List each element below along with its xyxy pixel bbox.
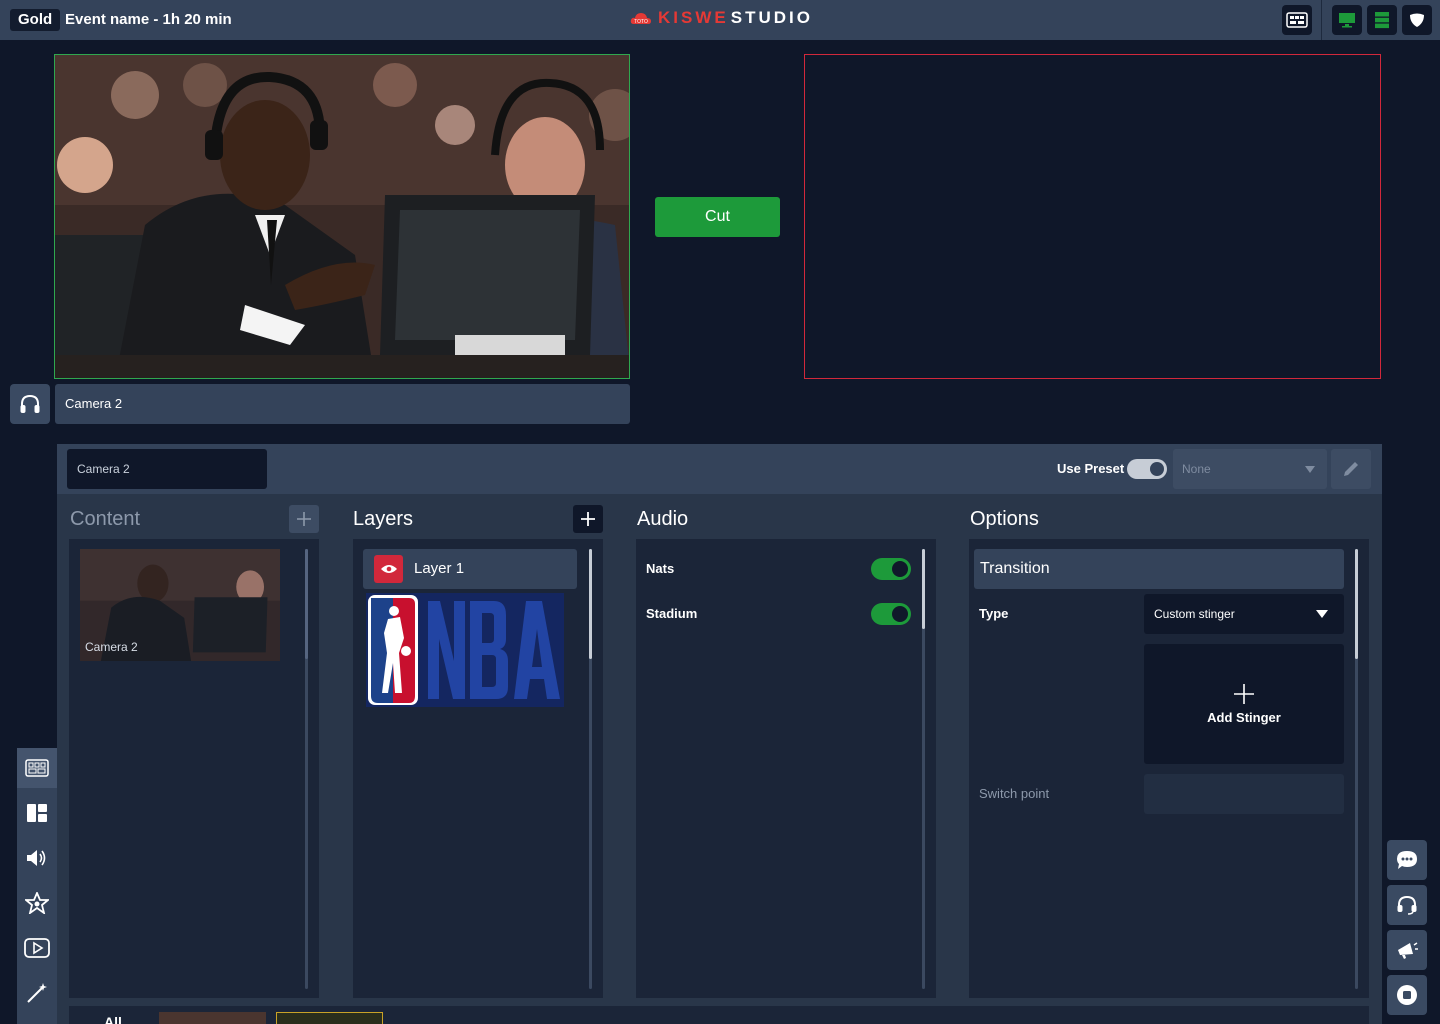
video-play-icon: [24, 938, 50, 958]
eye-icon: [380, 565, 397, 573]
audio-channel-toggle[interactable]: [871, 558, 911, 580]
add-stinger-button[interactable]: Add Stinger: [1144, 644, 1344, 764]
content-scroll-thumb[interactable]: [305, 549, 308, 659]
headphones-icon: [20, 394, 40, 413]
chat-button[interactable]: [1387, 840, 1427, 880]
layer-visibility-button[interactable]: [374, 555, 403, 583]
server-icon: [1375, 12, 1389, 29]
use-preset-label: Use Preset: [1057, 461, 1125, 476]
edit-preset-button[interactable]: [1331, 449, 1371, 489]
app-logo: TOTO KISWE STUDIO: [630, 8, 813, 28]
dock-effects-button[interactable]: [17, 973, 57, 1013]
audio-channel-toggle[interactable]: [871, 603, 911, 625]
plus-icon: [1234, 683, 1254, 704]
layers-title: Layers: [353, 508, 414, 530]
layer-preview[interactable]: [366, 593, 564, 707]
layers-scroll-thumb[interactable]: [589, 549, 592, 659]
preview-source-label: Camera 2: [55, 384, 630, 424]
event-title: Event name - 1h 20 min: [65, 11, 232, 28]
dock-multiview-button[interactable]: [17, 748, 57, 788]
chevron-down-icon: [1316, 610, 1328, 618]
transition-type-select[interactable]: Custom stinger: [1144, 594, 1344, 634]
switch-point-field[interactable]: [1144, 774, 1344, 814]
program-monitor[interactable]: [804, 54, 1381, 379]
layout-icon: [27, 804, 47, 822]
monitor-icon: [1339, 13, 1355, 28]
multiview-icon: [25, 759, 49, 777]
dock-playback-button[interactable]: [17, 928, 57, 968]
preview-monitor[interactable]: [54, 54, 630, 379]
pencil-icon: [1344, 462, 1358, 476]
megaphone-icon: [1398, 942, 1418, 959]
audio-scroll-thumb[interactable]: [922, 549, 925, 629]
nba-logo-image: [366, 593, 564, 707]
transition-type-value: Custom stinger: [1154, 607, 1235, 621]
source-strip-thumbnail[interactable]: [276, 1012, 383, 1024]
content-item-label: Camera 2: [85, 640, 138, 654]
magic-wand-icon: [27, 983, 47, 1003]
add-layer-button[interactable]: [573, 505, 603, 533]
multiview-icon: [1286, 12, 1308, 28]
topbar-divider: [1321, 0, 1322, 40]
speaker-icon: [27, 850, 46, 866]
source-strip: [69, 1006, 1369, 1024]
switch-point-label: Switch point: [979, 786, 1050, 801]
audio-channel-label: Stadium: [646, 606, 698, 621]
transition-type-label: Type: [979, 606, 1009, 621]
audio-channel-label: Nats: [646, 561, 675, 576]
cloud-logo-icon: TOTO: [630, 13, 651, 25]
content-title: Content: [70, 508, 141, 530]
shield-dropdown-icon: [1410, 13, 1424, 27]
dock-audio-button[interactable]: [17, 838, 57, 878]
multiview-button[interactable]: [1282, 5, 1312, 35]
transition-section-header[interactable]: Transition: [974, 549, 1344, 589]
tier-badge: Gold: [10, 9, 61, 31]
headphones-button[interactable]: [10, 384, 50, 424]
chat-bubble-icon: [1397, 851, 1417, 869]
source-name-field[interactable]: Camera 2: [67, 449, 267, 489]
dock-graphics-button[interactable]: [17, 883, 57, 923]
audio-title: Audio: [637, 508, 689, 530]
add-content-button[interactable]: [289, 505, 319, 533]
account-menu-button[interactable]: [1402, 5, 1432, 35]
commentators-video: [55, 55, 629, 378]
options-title: Options: [970, 508, 1039, 530]
headset-icon: [1397, 895, 1417, 915]
plus-icon: [581, 512, 595, 526]
layer-name: Layer 1: [414, 560, 465, 577]
source-strip-all-tab[interactable]: All: [104, 1014, 122, 1024]
star-icon: [25, 892, 49, 914]
server-status-button[interactable]: [1367, 5, 1397, 35]
record-button[interactable]: [1387, 975, 1427, 1015]
options-scroll-thumb[interactable]: [1355, 549, 1358, 659]
preset-select-value: None: [1182, 462, 1211, 476]
add-stinger-label: Add Stinger: [1207, 709, 1281, 725]
chevron-down-icon: [1305, 466, 1315, 473]
plus-icon: [297, 512, 311, 526]
dock-layout-button[interactable]: [17, 793, 57, 833]
logo-text-studio: STUDIO: [730, 8, 813, 27]
use-preset-toggle[interactable]: [1127, 459, 1167, 479]
svg-text:TOTO: TOTO: [634, 19, 648, 25]
stop-record-icon: [1397, 985, 1417, 1005]
intercom-button[interactable]: [1387, 885, 1427, 925]
announce-button[interactable]: [1387, 930, 1427, 970]
source-strip-thumbnail[interactable]: [159, 1012, 266, 1024]
logo-text-kiswe: KISWE: [658, 8, 729, 27]
cut-button[interactable]: Cut: [655, 197, 780, 237]
output-monitor-button[interactable]: [1332, 5, 1362, 35]
preset-select[interactable]: None: [1173, 449, 1327, 489]
